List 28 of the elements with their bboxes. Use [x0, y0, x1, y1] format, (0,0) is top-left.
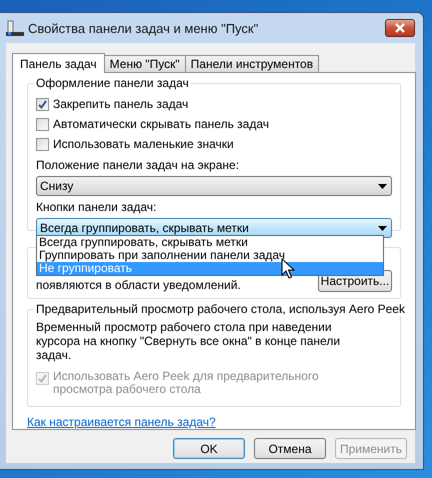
tab[interactable]: Панель задач — [12, 53, 105, 73]
notification-text: появляются в области уведомлений. — [36, 278, 241, 292]
close-button[interactable] — [385, 19, 415, 37]
checkbox-label: Закрепить панель задач — [53, 97, 188, 111]
caret-icon — [378, 184, 387, 188]
dialog-button[interactable]: Отмена — [254, 438, 326, 459]
taskbar-icon — [6, 20, 24, 36]
checkbox[interactable] — [36, 98, 49, 110]
checkbox[interactable] — [36, 118, 49, 130]
close-icon — [394, 23, 406, 33]
dialog-button[interactable]: OK — [173, 438, 245, 459]
field-label: Положение панели задач на экране: — [36, 157, 240, 174]
tab[interactable]: Меню "Пуск" — [104, 55, 186, 72]
dropdown[interactable]: Снизу — [36, 176, 392, 196]
window-title: Свойства панели задач и меню "Пуск" — [28, 20, 260, 36]
group-title: Предварительный просмотр рабочего стола, используя Aero Peek — [34, 302, 407, 316]
caret-icon — [378, 226, 387, 230]
checkbox-label: Использовать маленькие значки — [53, 137, 234, 151]
checkbox[interactable] — [36, 138, 49, 150]
dropdown-option[interactable]: Группировать при заполнении панели задач — [37, 249, 383, 262]
help-link[interactable]: Как настраивается панель задач? — [27, 415, 216, 429]
checkbox-label: Автоматически скрывать панель задач — [53, 117, 270, 131]
field-label: Кнопки панели задач: — [36, 199, 158, 216]
checkbox-label: Использовать Aero Peek для предварительного просмотра рабочего стола — [53, 370, 320, 396]
tab[interactable]: Панели инструментов — [184, 55, 320, 72]
dropdown-option[interactable]: Всегда группировать, скрывать метки — [37, 236, 383, 249]
group-title: Оформление панели задач — [34, 76, 191, 90]
description-text: Временный просмотр рабочего стола при наведении курсора на кнопку "Свернуть все окна" в конце панели задач. — [36, 320, 342, 362]
